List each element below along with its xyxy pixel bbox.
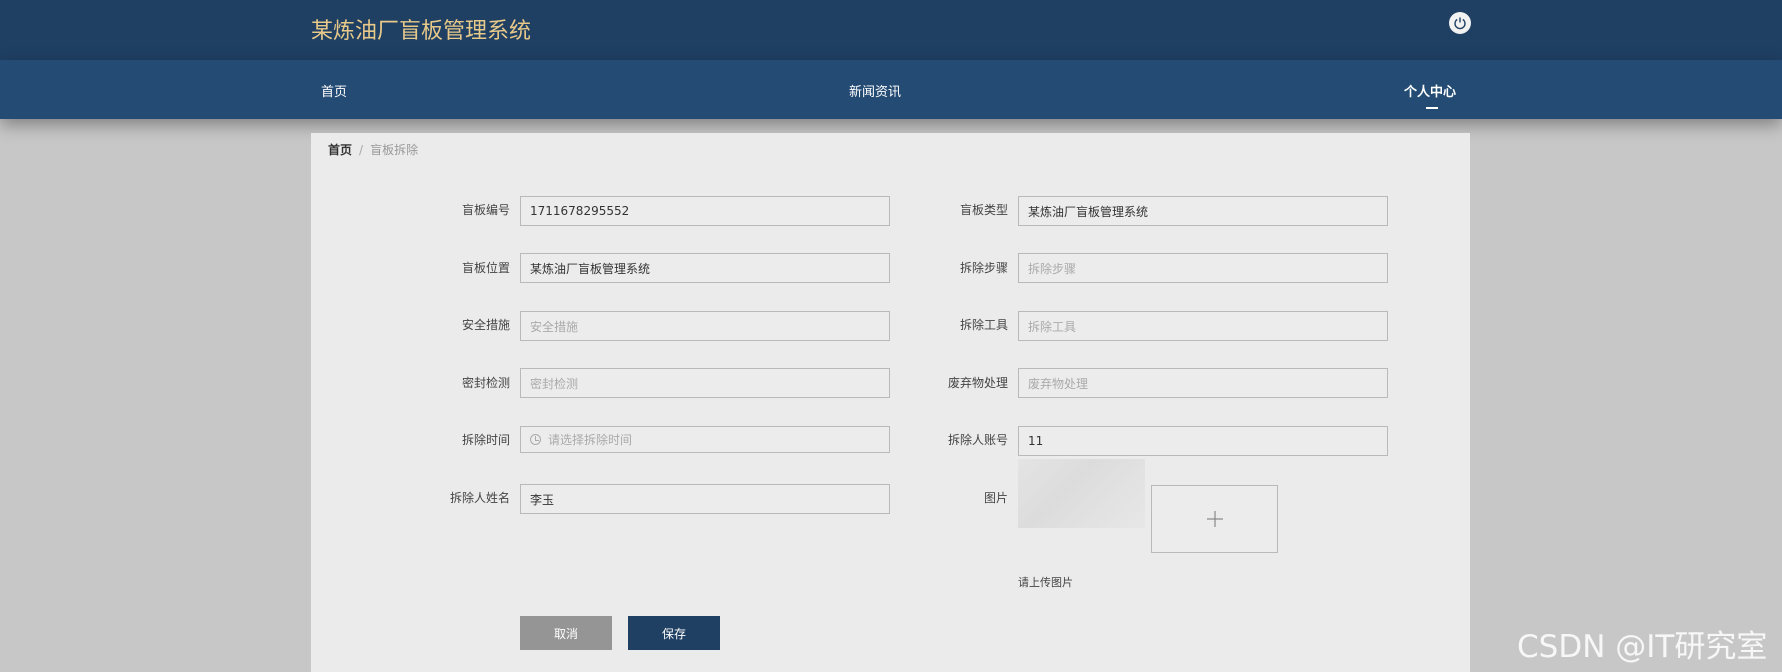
removal-steps-input[interactable]: 拆除步骤 bbox=[1018, 253, 1388, 283]
breadcrumb: 首页 / 盲板拆除 bbox=[328, 141, 418, 158]
plus-icon bbox=[1206, 511, 1223, 527]
field-label-remover-name: 拆除人姓名 bbox=[449, 491, 510, 505]
field-label-plate-type: 盲板类型 bbox=[959, 203, 1008, 217]
cancel-button[interactable]: 取消 bbox=[520, 616, 612, 650]
plate-type-input[interactable]: 某炼油厂盲板管理系统 bbox=[1018, 196, 1388, 226]
main-panel: 首页 / 盲板拆除 盲板编号 1711678295552 盲板类型 某炼油厂盲板管理… bbox=[311, 133, 1470, 672]
clock-icon bbox=[530, 434, 541, 445]
waste-disposal-input[interactable]: 废弃物处理 bbox=[1018, 368, 1388, 398]
field-label-seal-check: 密封检测 bbox=[461, 376, 510, 390]
watermark: CSDN @IT研究室 bbox=[1517, 629, 1768, 665]
main-nav: 首页 新闻资讯 个人中心 bbox=[0, 60, 1782, 119]
plate-location-input[interactable]: 某炼油厂盲板管理系统 bbox=[520, 253, 890, 283]
save-button[interactable]: 保存 bbox=[628, 616, 720, 650]
field-label-remover-account: 拆除人账号 bbox=[947, 433, 1008, 447]
field-label-removal-time: 拆除时间 bbox=[461, 433, 510, 447]
breadcrumb-home[interactable]: 首页 bbox=[328, 143, 352, 157]
image-upload-button[interactable] bbox=[1151, 485, 1278, 553]
field-label-image: 图片 bbox=[983, 491, 1008, 505]
field-label-removal-steps: 拆除步骤 bbox=[959, 261, 1008, 275]
safety-measures-input[interactable]: 安全措施 bbox=[520, 311, 890, 341]
breadcrumb-current: 盲板拆除 bbox=[370, 143, 419, 157]
nav-item-home[interactable]: 首页 bbox=[321, 81, 347, 100]
removal-tools-input[interactable]: 拆除工具 bbox=[1018, 311, 1388, 341]
nav-item-personal-center[interactable]: 个人中心 bbox=[1404, 81, 1456, 100]
field-label-plate-location: 盲板位置 bbox=[461, 261, 510, 275]
remover-account-input[interactable]: 11 bbox=[1018, 426, 1388, 456]
field-label-safety-measures: 安全措施 bbox=[461, 318, 510, 332]
logout-button[interactable] bbox=[1449, 12, 1471, 34]
removal-time-placeholder: 请选择拆除时间 bbox=[548, 433, 633, 447]
breadcrumb-separator: / bbox=[359, 143, 364, 157]
field-label-plate-number: 盲板编号 bbox=[461, 203, 510, 217]
seal-check-input[interactable]: 密封检测 bbox=[520, 368, 890, 398]
field-label-removal-tools: 拆除工具 bbox=[959, 318, 1008, 332]
image-preview bbox=[1018, 459, 1145, 528]
power-icon bbox=[1454, 17, 1466, 30]
field-label-waste-disposal: 废弃物处理 bbox=[947, 376, 1008, 390]
upload-hint: 请上传图片 bbox=[1018, 576, 1073, 589]
remover-name-input[interactable]: 李玉 bbox=[520, 484, 890, 514]
top-header: 某炼油厂盲板管理系统 bbox=[0, 0, 1782, 60]
app-title: 某炼油厂盲板管理系统 bbox=[311, 19, 532, 44]
removal-time-picker[interactable]: 请选择拆除时间 bbox=[520, 426, 890, 453]
nav-item-news[interactable]: 新闻资讯 bbox=[849, 81, 901, 100]
active-nav-indicator bbox=[1426, 107, 1438, 109]
plate-number-input[interactable]: 1711678295552 bbox=[520, 196, 890, 226]
